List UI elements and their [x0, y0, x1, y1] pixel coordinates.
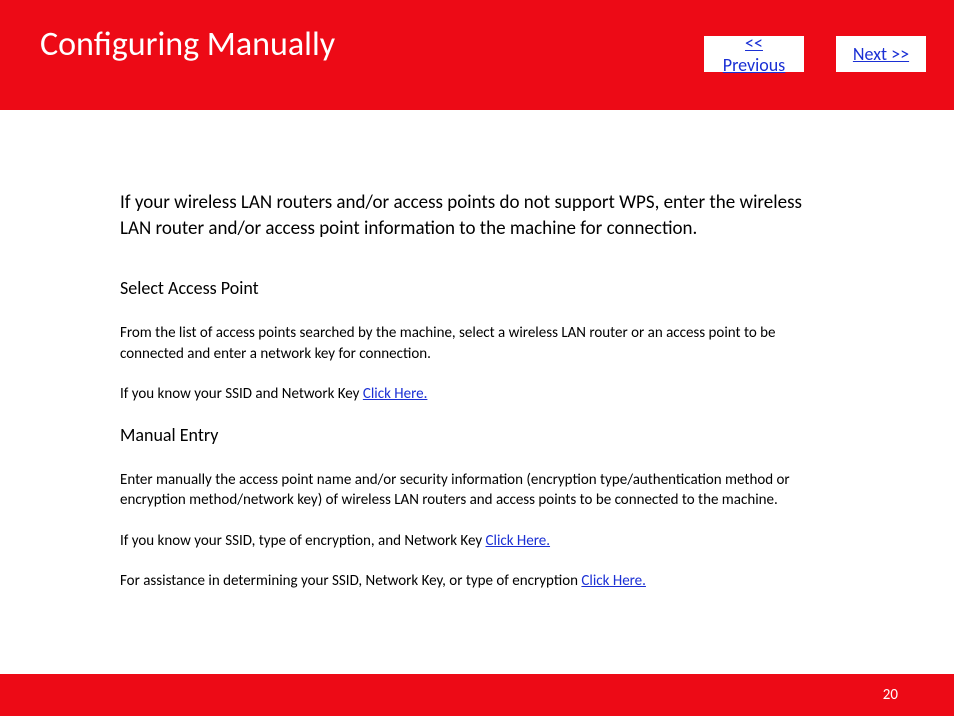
- click-here-ssid-key[interactable]: Click Here.: [363, 385, 428, 403]
- intro-text: If your wireless LAN routers and/or acce…: [120, 190, 834, 241]
- next-button[interactable]: Next >>: [836, 36, 926, 72]
- ssid-encryption-key-line: If you know your SSID, type of encryptio…: [120, 531, 834, 551]
- header-banner: Configuring Manually << Previous Next >>: [0, 0, 954, 110]
- section-manual-entry-body: Enter manually the access point name and…: [120, 470, 834, 511]
- section-select-access-point-label: Select Access Point: [120, 277, 834, 299]
- main-content: If your wireless LAN routers and/or acce…: [0, 110, 954, 591]
- ssid-networkkey-line: If you know your SSID and Network Key Cl…: [120, 384, 834, 404]
- previous-button[interactable]: << Previous: [704, 36, 804, 72]
- page-title: Configuring Manually: [40, 24, 335, 65]
- click-here-assistance[interactable]: Click Here.: [581, 572, 646, 590]
- ssid-networkkey-prefix: If you know your SSID and Network Key: [120, 385, 363, 403]
- assistance-prefix: For assistance in determining your SSID,…: [120, 572, 581, 590]
- page-number: 20: [883, 686, 898, 704]
- ssid-encryption-key-prefix: If you know your SSID, type of encryptio…: [120, 532, 486, 550]
- assistance-line: For assistance in determining your SSID,…: [120, 571, 834, 591]
- footer-banner: 20: [0, 674, 954, 716]
- section-select-access-point-body: From the list of access points searched …: [120, 323, 834, 364]
- click-here-ssid-encryption-key[interactable]: Click Here.: [486, 532, 551, 550]
- section-manual-entry-label: Manual Entry: [120, 424, 834, 446]
